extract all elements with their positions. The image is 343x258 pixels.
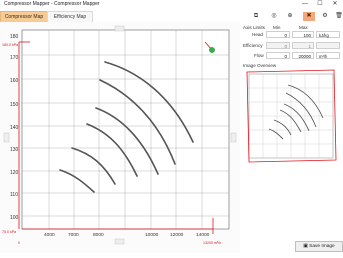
toolbar: ⧉ ◎ ⊕ ✖ ⚙ 🗑: [240, 11, 343, 22]
delete-icon[interactable]: 🗑: [333, 12, 343, 21]
x-tick-label: 10000: [145, 232, 159, 238]
flow-label: Flow: [254, 53, 264, 58]
red-y-min-label: 75.0 kPa: [2, 230, 16, 234]
flow-max-input[interactable]: 20000: [292, 52, 314, 59]
compressor-map-image[interactable]: 180 170 160 150 140 130 120 110 100 4000…: [0, 22, 240, 253]
y-tick-label: 120: [10, 170, 19, 176]
efficiency-min-input[interactable]: 0: [266, 42, 290, 49]
head-unit-select[interactable]: kJ/kg: [316, 31, 340, 38]
save-image-label: Save Image: [309, 244, 335, 249]
max-header: Max: [299, 25, 308, 30]
crop-icon[interactable]: ⧉: [250, 12, 262, 21]
pan-down-handle[interactable]: [114, 238, 125, 245]
settings-panel: Axis Limits Min Max Head 0 100 kJ/kg Eff…: [241, 22, 343, 253]
x-tick-label: 4000: [44, 232, 55, 238]
head-max-input[interactable]: 100: [292, 31, 314, 38]
efficiency-max-input[interactable]: 1: [292, 42, 314, 49]
pan-left-handle[interactable]: [3, 132, 10, 143]
y-tick-label: 140: [10, 125, 19, 131]
head-label: Head: [252, 32, 263, 37]
y-tick-label: 110: [10, 192, 18, 198]
pan-right-handle[interactable]: [230, 132, 237, 143]
x-tick-label: 12000: [170, 232, 184, 238]
plot-frame: [21, 29, 230, 230]
flow-unit-select[interactable]: m³/h: [316, 52, 340, 59]
tab-bar: Compressor Map Efficiency Map: [0, 11, 240, 23]
maximize-button[interactable]: ☐: [313, 0, 327, 9]
y-tick-label: 130: [10, 147, 19, 153]
title-bar: Compressor Mapper - Compressor Mapper — …: [0, 0, 343, 11]
pan-up-handle[interactable]: [114, 25, 125, 32]
window-title: Compressor Mapper - Compressor Mapper: [4, 1, 100, 7]
efficiency-unit-select[interactable]: [316, 42, 340, 49]
cross-tool-icon[interactable]: ✖: [303, 12, 315, 21]
minimize-button[interactable]: —: [298, 0, 312, 9]
x-tick-label: 7000: [68, 232, 79, 238]
y-tick-label: 170: [10, 55, 19, 61]
min-header: Min: [273, 25, 281, 30]
image-overview[interactable]: [243, 68, 339, 164]
axis-limits-heading: Axis Limits: [243, 25, 265, 30]
efficiency-label: Efficiency: [243, 43, 263, 48]
calibration-point-marker[interactable]: [209, 47, 215, 53]
red-y-max-label: 180.0 kPa: [2, 43, 18, 47]
x-tick-label: 14000: [196, 232, 210, 238]
red-x-max-label: 13200 m³/h: [203, 241, 221, 245]
y-tick-label: 160: [10, 78, 19, 84]
x-tick-label: 8000: [93, 232, 104, 238]
y-tick-label: 150: [10, 102, 19, 108]
red-x-min-label: 0: [18, 241, 20, 245]
settings-icon[interactable]: ⚙: [319, 12, 331, 21]
zoom-icon[interactable]: ⊕: [284, 12, 296, 21]
head-min-input[interactable]: 0: [266, 31, 290, 38]
map-canvas[interactable]: 180 170 160 150 140 130 120 110 100 4000…: [0, 22, 240, 253]
save-image-button[interactable]: ▣ Save Image: [295, 241, 343, 252]
flow-min-input[interactable]: 0: [266, 52, 290, 59]
y-tick-label: 100: [10, 215, 19, 221]
close-button[interactable]: ✕: [328, 0, 342, 9]
y-tick-label: 180: [10, 34, 19, 40]
target-icon[interactable]: ◎: [268, 12, 280, 21]
